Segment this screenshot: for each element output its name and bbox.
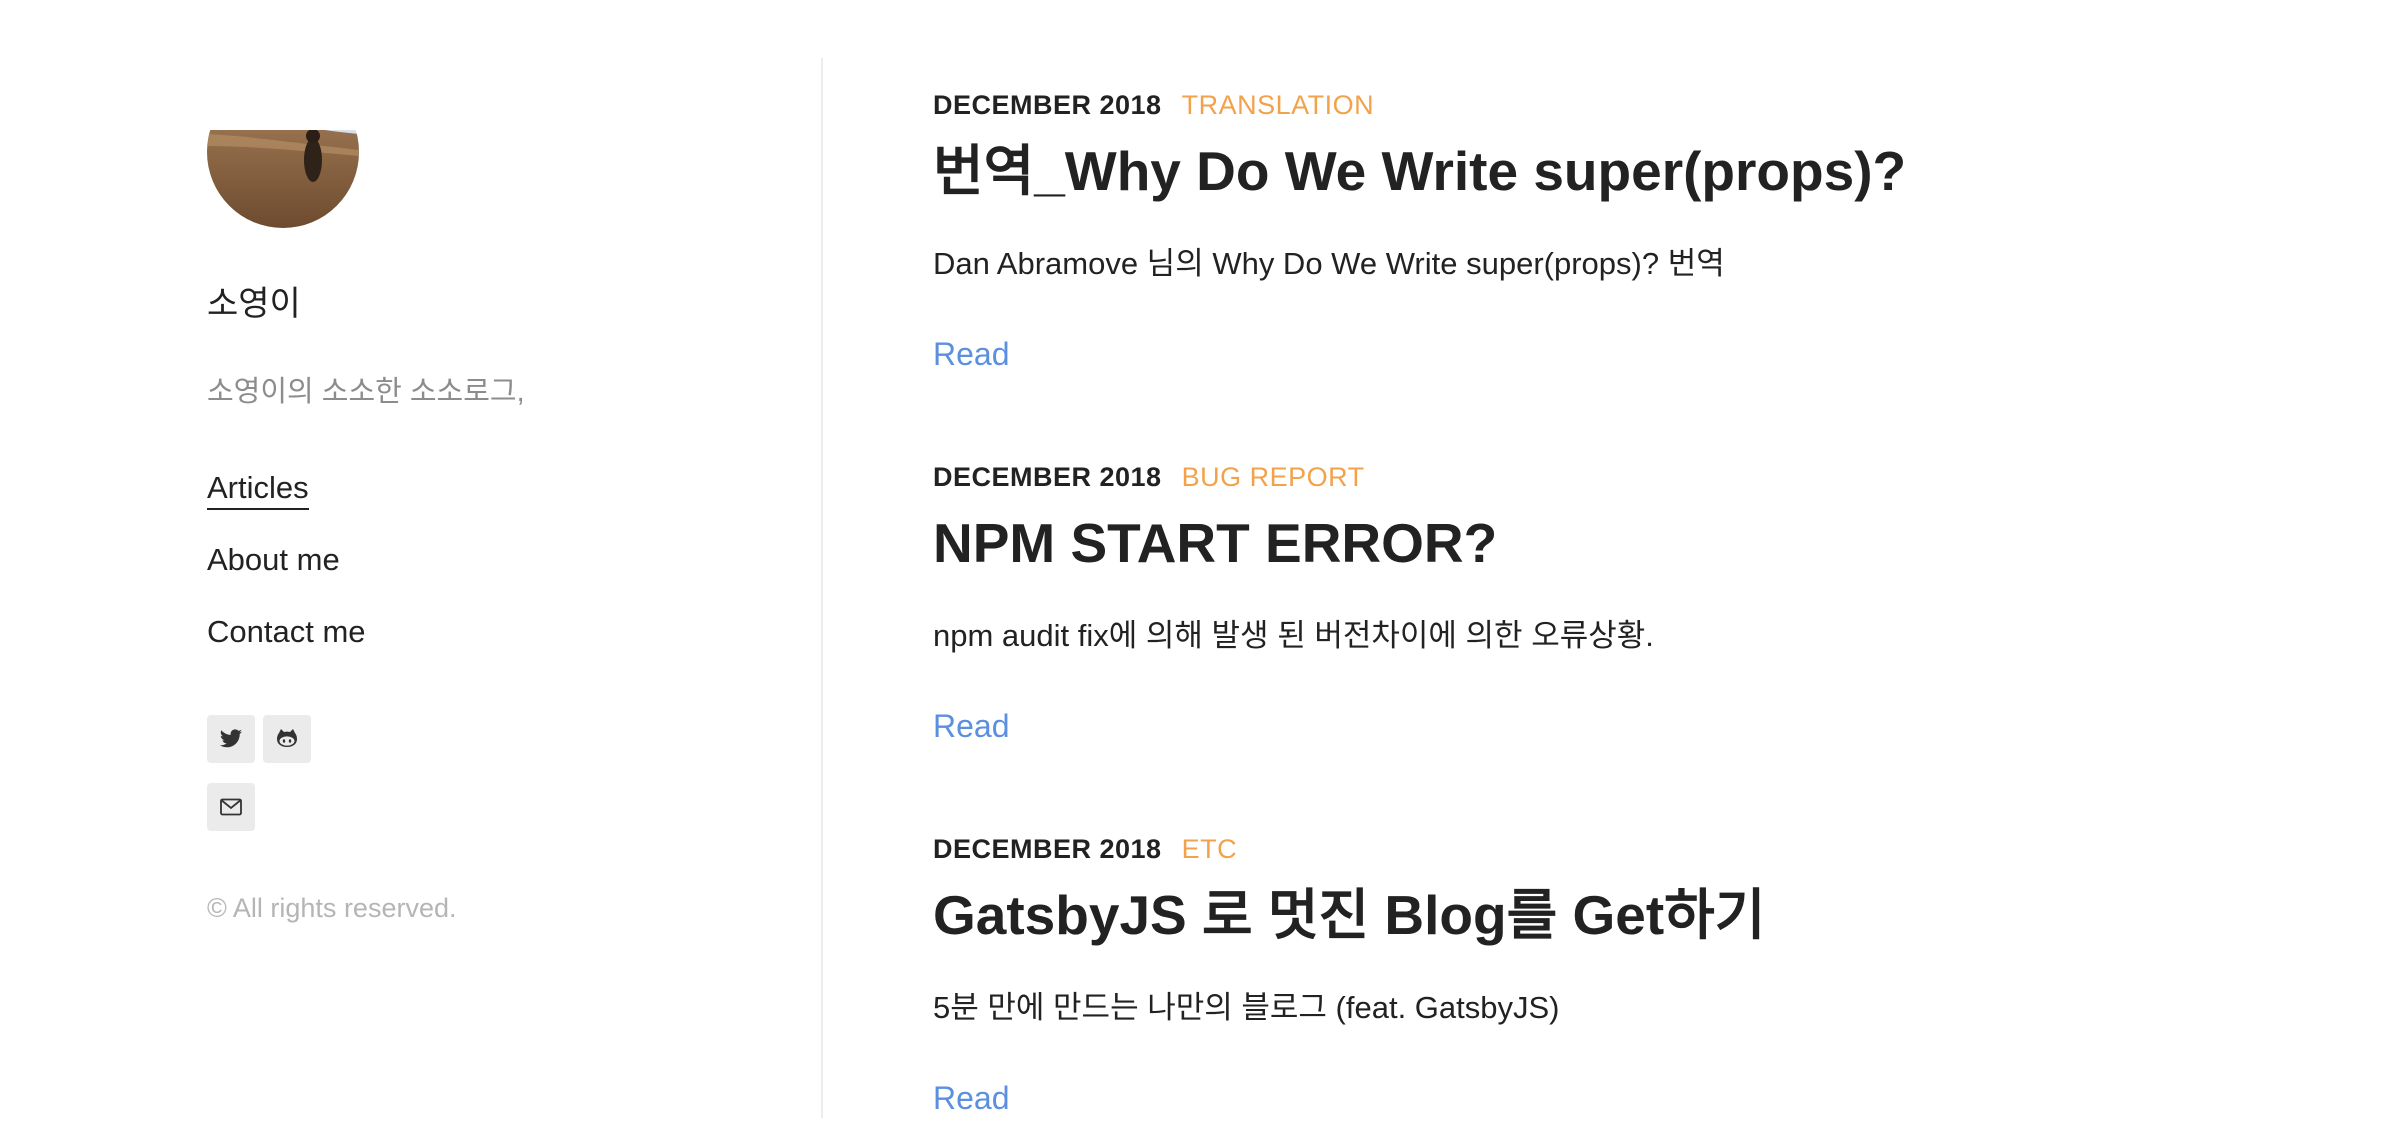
post-item: DECEMBER 2018 ETC GatsbyJS 로 멋진 Blog를 Get… (933, 832, 2333, 1118)
author-subtitle: 소영이의 소소한 소소로그, (207, 376, 525, 408)
post-item: DECEMBER 2018 BUG REPORT NPM START ERROR?… (933, 460, 2333, 746)
page: 소영이 소영이의 소소한 소소로그, Articles About me Con… (0, 0, 2388, 1148)
post-title-link[interactable]: GatsbyJS 로 멋진 Blog를 Get하기 (933, 884, 2333, 946)
nav-about-link[interactable]: About me (207, 542, 366, 578)
post-meta: DECEMBER 2018 ETC (933, 832, 2333, 866)
post-date: DECEMBER 2018 (933, 834, 1162, 864)
sidebar-divider (821, 58, 823, 1118)
mail-icon (220, 798, 242, 816)
post-description: Dan Abramove 님의 Why Do We Write super(pr… (933, 246, 1725, 281)
sidebar-nav: Articles About me Contact me (207, 470, 366, 686)
post-title-link[interactable]: NPM START ERROR? (933, 512, 2333, 574)
sidebar: 소영이 소영이의 소소한 소소로그, Articles About me Con… (197, 0, 787, 1148)
post-meta: DECEMBER 2018 TRANSLATION (933, 88, 2333, 122)
post-date: DECEMBER 2018 (933, 90, 1162, 120)
twitter-button[interactable] (207, 715, 255, 763)
social-links (207, 715, 347, 851)
author-name: 소영이 (207, 285, 301, 323)
nav-articles-link[interactable]: Articles (207, 470, 309, 510)
nav-contact-link[interactable]: Contact me (207, 614, 366, 650)
avatar-top-mask (197, 55, 377, 130)
post-title-link[interactable]: 번역_Why Do We Write super(props)? (933, 140, 2333, 202)
post-read-link[interactable]: Read (933, 706, 1010, 746)
post-item: DECEMBER 2018 TRANSLATION 번역_Why Do We Wr… (933, 88, 2333, 374)
post-read-link[interactable]: Read (933, 1078, 1010, 1118)
mail-button[interactable] (207, 783, 255, 831)
post-description: npm audit fix에 의해 발생 된 버전차이에 의한 오류상황. (933, 618, 1654, 653)
github-icon (277, 729, 297, 747)
post-date: DECEMBER 2018 (933, 462, 1162, 492)
post-category-link[interactable]: BUG REPORT (1182, 462, 1365, 492)
twitter-icon (220, 729, 242, 748)
post-category-link[interactable]: ETC (1182, 834, 1238, 864)
post-read-link[interactable]: Read (933, 334, 1010, 374)
github-button[interactable] (263, 715, 311, 763)
post-meta: DECEMBER 2018 BUG REPORT (933, 460, 2333, 494)
post-description: 5분 만에 만드는 나만의 블로그 (feat. GatsbyJS) (933, 990, 1560, 1025)
copyright: © All rights reserved. (207, 893, 457, 923)
post-category-link[interactable]: TRANSLATION (1182, 90, 1375, 120)
